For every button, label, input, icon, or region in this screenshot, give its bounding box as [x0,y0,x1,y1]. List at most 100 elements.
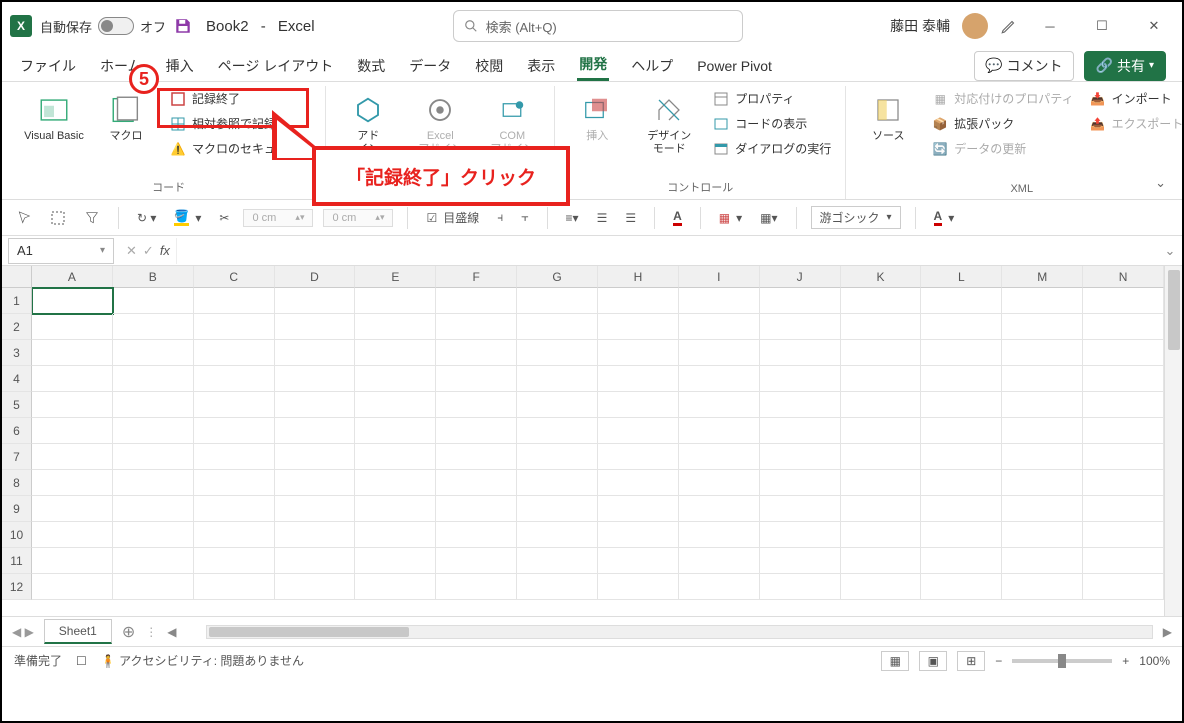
normal-view-button[interactable]: ▦ [881,651,909,671]
cell[interactable] [1002,288,1083,314]
cell[interactable] [598,496,679,522]
user-name[interactable]: 藤田 泰輔 [890,16,950,36]
cell[interactable] [194,574,275,600]
cell[interactable] [598,522,679,548]
column-header[interactable]: B [113,266,194,288]
cell[interactable] [1002,314,1083,340]
cell[interactable] [113,444,194,470]
cell[interactable] [921,548,1002,574]
tab-insert[interactable]: 挿入 [164,52,196,80]
horizontal-scrollbar[interactable] [206,625,1152,639]
cell[interactable] [113,288,194,314]
cell[interactable] [598,548,679,574]
cell[interactable] [921,418,1002,444]
cell[interactable] [679,522,760,548]
collapse-ribbon-icon[interactable]: ⌄ [1155,175,1166,191]
cell[interactable] [1083,392,1164,418]
table-tool[interactable]: ▦▾ [756,211,781,225]
column-header[interactable]: F [436,266,517,288]
tab-data[interactable]: データ [407,52,453,80]
cell[interactable] [1002,366,1083,392]
width-input[interactable]: 0 cm▴▾ [243,209,313,227]
cell[interactable] [355,366,436,392]
cell[interactable] [679,366,760,392]
filter-tool[interactable] [80,210,104,226]
tab-developer[interactable]: 開発 [577,50,609,81]
cell[interactable] [1002,418,1083,444]
cell[interactable] [517,574,598,600]
cell[interactable] [841,548,922,574]
cell[interactable] [436,496,517,522]
cell[interactable] [355,288,436,314]
font-color-a[interactable]: A [669,209,686,226]
cell[interactable] [355,314,436,340]
row-header[interactable]: 5 [2,392,32,418]
cell[interactable] [841,340,922,366]
select-tool[interactable] [46,210,70,226]
cell[interactable] [275,496,356,522]
font-color-tool[interactable]: A ▾ [930,209,959,226]
formula-input[interactable] [176,238,1158,264]
cancel-formula-icon[interactable]: ✕ [126,243,137,259]
cell[interactable] [275,548,356,574]
cell[interactable] [921,522,1002,548]
cell[interactable] [194,418,275,444]
accessibility-status[interactable]: 🧍 アクセシビリティ: 問題ありません [101,652,304,669]
cell[interactable] [436,288,517,314]
cell[interactable] [679,470,760,496]
cell[interactable] [679,340,760,366]
cell[interactable] [841,288,922,314]
crop-tool[interactable]: ✂ [215,211,233,225]
cell[interactable] [841,314,922,340]
cell[interactable] [841,522,922,548]
row-header[interactable]: 12 [2,574,32,600]
cell[interactable] [517,444,598,470]
cell[interactable] [679,392,760,418]
cell[interactable] [598,418,679,444]
toggle-switch[interactable] [98,17,134,35]
cell[interactable] [598,470,679,496]
cell[interactable] [1083,288,1164,314]
column-header[interactable]: N [1083,266,1164,288]
row-header[interactable]: 6 [2,418,32,444]
sheet-nav[interactable]: ◀ ▶ [12,625,34,639]
cell[interactable] [921,392,1002,418]
cell[interactable] [841,418,922,444]
tab-formulas[interactable]: 数式 [355,52,387,80]
cell[interactable] [32,314,113,340]
spreadsheet-grid[interactable]: 123456789101112 ABCDEFGHIJKLMN [2,266,1182,616]
cell[interactable] [1002,574,1083,600]
close-button[interactable]: ✕ [1134,11,1174,41]
cell[interactable] [194,522,275,548]
column-header[interactable]: M [1002,266,1083,288]
row-header[interactable]: 7 [2,444,32,470]
cell[interactable] [436,574,517,600]
cell[interactable] [275,288,356,314]
vertical-scrollbar[interactable] [1164,266,1182,616]
row-header[interactable]: 3 [2,340,32,366]
cell[interactable] [1083,522,1164,548]
tab-help[interactable]: ヘルプ [629,52,675,80]
cell[interactable] [1083,574,1164,600]
cell[interactable] [921,288,1002,314]
cell[interactable] [841,392,922,418]
cell[interactable] [275,392,356,418]
row-header[interactable]: 1 [2,288,32,314]
cell[interactable] [32,288,113,314]
cell[interactable] [760,444,841,470]
cell[interactable] [679,288,760,314]
tab-view[interactable]: 表示 [525,52,557,80]
cell[interactable] [194,496,275,522]
select-all-corner[interactable] [2,266,32,288]
column-header[interactable]: K [841,266,922,288]
cell[interactable] [679,444,760,470]
cell[interactable] [921,574,1002,600]
cell[interactable] [760,314,841,340]
cell[interactable] [1002,392,1083,418]
cell[interactable] [194,444,275,470]
cell[interactable] [1083,496,1164,522]
cell[interactable] [194,392,275,418]
cell[interactable] [841,366,922,392]
row-header[interactable]: 10 [2,522,32,548]
rotate-tool[interactable]: ↻ ▾ [133,211,160,225]
